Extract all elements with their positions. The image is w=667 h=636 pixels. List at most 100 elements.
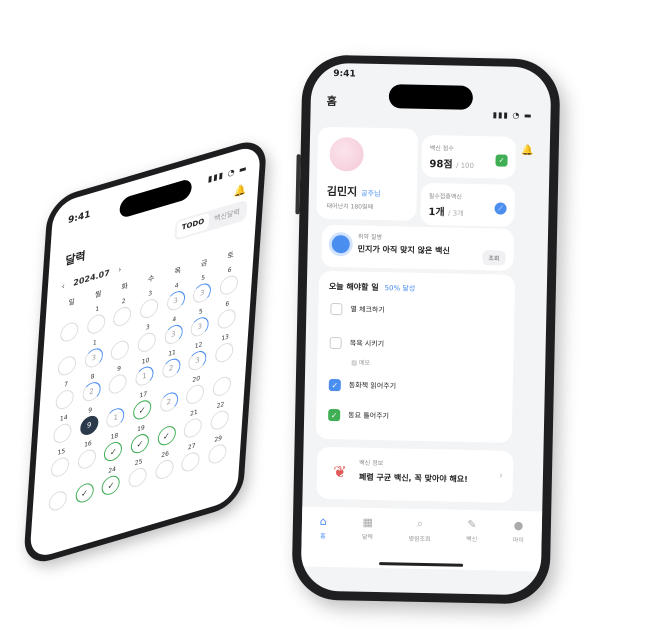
day-status-ring (207, 442, 227, 466)
calendar-day[interactable]: 6 (212, 297, 240, 332)
calendar-day[interactable] (53, 343, 81, 378)
vulnerable-disease-card[interactable]: 취약 질병 민지가 아직 맞지 않은 백신 조회 (321, 224, 515, 271)
profile-nickname: 공주님 (361, 189, 381, 199)
tab-home[interactable]: ⌂ 홈 (319, 515, 327, 567)
calendar-day[interactable]: 13 (210, 330, 238, 365)
todo-item[interactable]: ✓ 동화책 읽어주기 (328, 378, 397, 392)
calendar-day[interactable]: ✓ (153, 414, 181, 449)
calendar-day[interactable]: 24 ✓ (97, 463, 125, 498)
day-status-ring (108, 372, 128, 396)
syringe-icon: ✎ (467, 517, 477, 532)
todo-item[interactable]: ✓ 동요 틀어주기 (328, 408, 389, 422)
tab-syringe[interactable]: ✎ 백신 (466, 518, 478, 570)
calendar-day[interactable]: 17 ✓ (128, 388, 156, 423)
calendar-day[interactable]: 43 (162, 279, 190, 314)
check-icon: ✓ (130, 431, 150, 456)
checkbox[interactable] (329, 336, 342, 350)
day-status-ring: 1 (134, 364, 155, 388)
checkbox-checked[interactable]: ✓ (328, 378, 341, 392)
day-status-ring (86, 312, 106, 337)
vaccine-info-label: 백신 정보 (359, 459, 384, 468)
calendar-day[interactable] (208, 364, 236, 399)
required-vaccine-card[interactable]: 필수접종백신 1개 / 3개 ⟋ (420, 182, 516, 227)
calendar-day[interactable]: 2 (155, 380, 183, 415)
score-total: / 100 (455, 161, 475, 170)
calendar-day[interactable]: 82 (78, 369, 106, 404)
lookup-button[interactable]: 조회 (482, 250, 506, 266)
tab-profile[interactable]: ● 마이 (512, 519, 524, 571)
day-status-ring: 2 (159, 390, 179, 414)
vaccine-info-text: 폐렴 구균 백신, 꼭 맞아야 해요! (358, 472, 468, 484)
calendar-day[interactable]: 22 (206, 398, 234, 433)
day-status-ring (185, 382, 205, 407)
calendar-day[interactable]: 99 (75, 403, 103, 438)
day-status-ring (48, 488, 68, 513)
todo-label: 열 체크하기 (350, 305, 385, 315)
calendar-icon: ▦ (362, 515, 374, 529)
checkbox-checked[interactable]: ✓ (328, 408, 341, 422)
day-status-ring (212, 374, 232, 399)
day-status-ring: 3 (165, 288, 186, 313)
day-status-ring (139, 296, 159, 321)
day-status-ring (50, 455, 70, 479)
vaccine-score-card[interactable]: 백신 점수 98점 / 100 ✓ (421, 134, 517, 179)
calendar-day[interactable]: 19 ✓ (126, 421, 154, 456)
calendar-day[interactable]: 9 (104, 362, 132, 397)
calendar-day[interactable]: 20 (181, 372, 209, 407)
weekday-label: 월 (94, 289, 102, 300)
day-status-ring: 3 (192, 281, 212, 305)
calendar-day[interactable]: ✓ (71, 471, 99, 506)
chevron-left-icon[interactable]: ‹ (61, 281, 65, 291)
calendar-day[interactable]: 14 (49, 411, 77, 446)
calendar-day[interactable]: 13 (80, 336, 108, 371)
profile-card[interactable]: 김민지 공주님 태어난지 180일째 (316, 126, 419, 221)
day-status-ring (216, 307, 236, 331)
calendar-day[interactable]: 3 (135, 286, 163, 321)
calendar-day[interactable]: 10 1 (131, 354, 159, 389)
calendar-day[interactable]: 21 (179, 406, 207, 441)
tab-calendar[interactable]: ▦ 달력 (361, 516, 373, 568)
todo-item[interactable]: 목욕 시키기 (329, 336, 385, 350)
calendar-day[interactable]: 2 (109, 294, 137, 329)
bell-icon[interactable]: 🔔 (521, 145, 534, 156)
calendar-day[interactable]: 53 (186, 304, 214, 339)
lungs-icon: ❦ (333, 462, 347, 482)
profile-name: 김민지 (326, 184, 358, 199)
calendar-day[interactable]: 18 ✓ (100, 429, 128, 464)
memo-note[interactable]: ▤ 메모 (351, 357, 370, 366)
calendar-day[interactable]: 12 3 (184, 338, 212, 373)
status-time: 9:41 (67, 209, 91, 227)
page-title: 홈 (326, 94, 338, 109)
calendar-day[interactable] (56, 310, 84, 345)
calendar-day[interactable]: 11 2 (157, 346, 185, 381)
calendar-day[interactable]: 7 (51, 377, 79, 412)
view-toggle[interactable]: TODO 백신달력 (173, 199, 248, 242)
day-status-ring: 2 (81, 379, 102, 404)
todo-card: 오늘 해야할 일 50% 달성 열 체크하기 목욕 시키기 ▤ 메모 ✓ 동화책 읽… (315, 270, 516, 443)
bell-icon[interactable]: 🔔 (233, 184, 246, 199)
toggle-vaccine-calendar[interactable]: 백신달력 (209, 202, 246, 229)
calendar-day[interactable]: 1 (102, 395, 130, 430)
day-status-ring (154, 457, 174, 482)
calendar-day[interactable] (44, 478, 72, 513)
toggle-todo[interactable]: TODO (176, 212, 210, 239)
calendar-day[interactable]: 25 (124, 455, 152, 490)
avatar (329, 136, 365, 172)
calendar-day[interactable]: 29 (203, 432, 231, 467)
calendar-day[interactable]: 43 (159, 312, 187, 347)
calendar-day[interactable]: 16 (73, 437, 101, 472)
vaccine-info-card[interactable]: ❦ 백신 정보 폐렴 구균 백신, 꼭 맞아야 해요! › (316, 446, 514, 503)
calendar-day[interactable]: 15 (46, 445, 74, 480)
todo-item[interactable]: 열 체크하기 (330, 302, 385, 316)
checkbox[interactable] (330, 302, 343, 316)
tab-search[interactable]: ⌕ 병원조회 (408, 517, 431, 569)
calendar-day[interactable]: 53 (188, 271, 216, 306)
chevron-right-icon[interactable]: › (118, 265, 122, 275)
chevron-right-icon: › (498, 470, 504, 482)
calendar-day[interactable]: 26 (150, 447, 178, 482)
calendar-day[interactable]: 3 (133, 320, 161, 355)
calendar-day[interactable]: 1 (82, 302, 110, 337)
calendar-day[interactable] (106, 328, 134, 363)
calendar-day[interactable]: 27 (177, 439, 205, 474)
calendar-day[interactable]: 6 (215, 263, 243, 298)
